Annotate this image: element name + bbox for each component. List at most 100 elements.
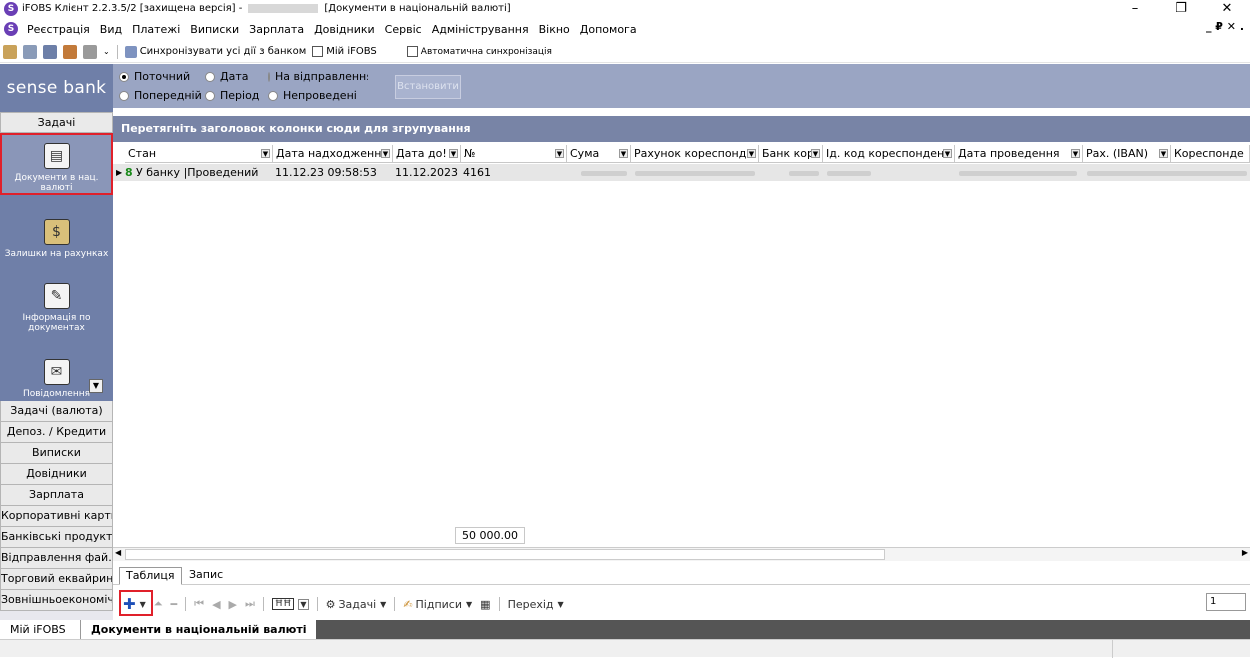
tab-record[interactable]: Запис [183, 567, 229, 585]
dropdown-icon: ▼ [380, 599, 387, 609]
menu-statements[interactable]: Виписки [185, 23, 244, 36]
sidebar-item-salary[interactable]: Зарплата [0, 485, 113, 506]
radio-dot [205, 90, 215, 101]
my-ifobs-checkbox[interactable] [312, 46, 324, 57]
task-document-info[interactable]: ✎ Інформація по документах [0, 283, 113, 333]
col-corr-account[interactable]: Рахунок кореспонде ▼ [631, 145, 759, 163]
col-corr-id[interactable]: Ід. код кореспондент ▼ [823, 145, 955, 163]
sync-icon[interactable] [124, 45, 137, 58]
sidebar-item-acquiring[interactable]: Торговий еквайринг [0, 569, 113, 590]
dropdown-icon[interactable]: ▼ [1159, 149, 1168, 158]
col-received-date[interactable]: Дата надходженн: ▼ [273, 145, 393, 163]
menu-help[interactable]: Допомога [575, 23, 642, 36]
sidebar-item-foreign-trade[interactable]: Зовнішньоекономічні [0, 590, 113, 611]
gear-money-icon[interactable] [3, 44, 17, 59]
dropdown-icon[interactable]: ▼ [747, 149, 756, 158]
sidebar-item-bank-products[interactable]: Банківські продукти [0, 527, 113, 548]
dropdown-icon[interactable]: ▼ [449, 149, 458, 158]
col-number[interactable]: № ▼ [461, 145, 567, 163]
status-icon: 8 [125, 166, 133, 179]
tasks-menu-button[interactable]: ⚙ Задачі ▼ [326, 598, 387, 611]
building-icon[interactable] [23, 44, 37, 59]
menu-payments[interactable]: Платежі [127, 23, 185, 36]
scroll-down-icon[interactable]: ▼ [89, 379, 103, 393]
sidebar-item-corporate-cards[interactable]: Корпоративні карти [0, 506, 113, 527]
dropdown-icon[interactable]: ▼ [261, 149, 270, 158]
group-by-bar[interactable]: Перетягніть заголовок колонки сюди для з… [113, 116, 1250, 142]
menu-directories[interactable]: Довідники [309, 23, 380, 36]
menu-salary[interactable]: Зарплата [244, 23, 309, 36]
last-record-icon[interactable]: ⏭ [245, 597, 255, 611]
first-record-icon[interactable]: ⏮ [194, 597, 204, 611]
col-correspondent[interactable]: Кореспонде [1171, 145, 1250, 163]
col-corr-bank[interactable]: Банк кор ▼ [759, 145, 823, 163]
prev-record-icon[interactable]: ◀ [212, 598, 220, 611]
set-button[interactable]: Встановити [395, 75, 461, 99]
next-record-icon[interactable]: ▶ [229, 598, 237, 611]
menu-window[interactable]: Вікно [534, 23, 575, 36]
scroll-left-icon[interactable]: ◀ [115, 548, 121, 557]
task-account-balances[interactable]: $ Залишки на рахунках [0, 219, 113, 259]
page-number-field[interactable]: 1 [1206, 593, 1246, 611]
maximize-button[interactable]: ❐ [1158, 0, 1204, 17]
menu-service[interactable]: Сервіс [380, 23, 427, 36]
table-row[interactable]: ▶ 8 У банку |Проведений 11.12.23 09:58:5… [113, 164, 1250, 181]
dropdown-icon[interactable]: ▼ [811, 149, 820, 158]
col-status[interactable]: Стан ▼ [125, 145, 273, 163]
mdi-tab-national-currency-docs[interactable]: Документи в національній валюті [80, 620, 317, 639]
radio-label: Попередній [134, 89, 202, 102]
sidebar-item-file-sending[interactable]: Відправлення фай... [0, 548, 113, 569]
scrollbar-thumb[interactable] [125, 549, 885, 560]
horizontal-scrollbar[interactable]: ◀ ▶ [113, 547, 1250, 561]
mdi-controls[interactable]: _ ₽ ✕ . [1206, 20, 1244, 33]
col-amount[interactable]: Сума ▼ [567, 145, 631, 163]
radio-previous[interactable]: Попередній [119, 89, 202, 102]
radio-label: Непроведені [283, 89, 357, 102]
sidebar-item-deposits[interactable]: Депоз. / Кредити [0, 422, 113, 443]
dropdown-icon[interactable]: ▼ [619, 149, 628, 158]
sidebar-item-directories[interactable]: Довідники [0, 464, 113, 485]
radio-unposted[interactable]: Непроведені [268, 89, 357, 102]
close-button[interactable]: ✕ [1204, 0, 1250, 17]
export-icon[interactable]: ▦ [480, 598, 490, 611]
signatures-menu-button[interactable]: ✍ Підписи ▼ [403, 598, 472, 611]
col-posting-date[interactable]: Дата проведення ▼ [955, 145, 1083, 163]
task-national-currency-docs[interactable]: ▤ Документи в нац. валюті [0, 133, 113, 195]
auto-sync-checkbox[interactable] [406, 46, 418, 57]
radio-period[interactable]: Період [205, 89, 259, 102]
dropdown-icon[interactable]: ▼ [943, 149, 952, 158]
bank-icon[interactable] [83, 44, 97, 59]
delete-icon[interactable]: ━ [171, 598, 178, 611]
sync-label[interactable]: Синхронізувати усі дії з банком [140, 46, 307, 57]
radio-current[interactable]: Поточний [119, 70, 190, 83]
mdi-tab-my-ifobs[interactable]: Мій iFOBS [0, 620, 80, 639]
title-bar: S iFOBS Клієнт 2.2.3.5/2 [захищена версі… [0, 0, 1250, 17]
sidebar-item-statements[interactable]: Виписки [0, 443, 113, 464]
move-up-icon[interactable]: ⏶ [154, 597, 163, 611]
task-label: Повідомлення [22, 389, 91, 399]
scroll-right-icon[interactable]: ▶ [1242, 548, 1248, 557]
find-icon[interactable]: ĦĦ [271, 598, 295, 610]
col-doc-date[interactable]: Дата до! ▼ [393, 145, 461, 163]
toolbar-chevron-icon[interactable]: ⌄ [103, 47, 110, 56]
status-bar [0, 639, 1250, 658]
dropdown-icon[interactable]: ▼ [555, 149, 564, 158]
sidebar-header-tasks[interactable]: Задачі [0, 112, 113, 133]
menu-view[interactable]: Вид [95, 23, 127, 36]
dropdown-icon[interactable]: ▼ [1071, 149, 1080, 158]
amount-total: 50 000.00 [455, 527, 525, 544]
find-dropdown-icon[interactable]: ▼ [298, 598, 309, 610]
docs-icon[interactable] [43, 44, 57, 59]
sidebar-item-tasks-currency[interactable]: Задачі (валюта) [0, 401, 113, 422]
folder-icon[interactable] [63, 44, 77, 59]
dropdown-icon[interactable]: ▼ [381, 149, 390, 158]
menu-administration[interactable]: Адміністрування [427, 23, 534, 36]
cell-number: 4161 [463, 166, 491, 179]
minimize-button[interactable]: – [1112, 0, 1158, 17]
transition-menu-button[interactable]: Перехід ▼ [508, 598, 564, 611]
tab-table[interactable]: Таблиця [119, 567, 182, 585]
col-iban[interactable]: Рах. (IBAN) ▼ [1083, 145, 1171, 163]
radio-to-send[interactable]: На відправлення [268, 70, 368, 83]
menu-registration[interactable]: Реєстрація [22, 23, 95, 36]
radio-date[interactable]: Дата [205, 70, 248, 83]
